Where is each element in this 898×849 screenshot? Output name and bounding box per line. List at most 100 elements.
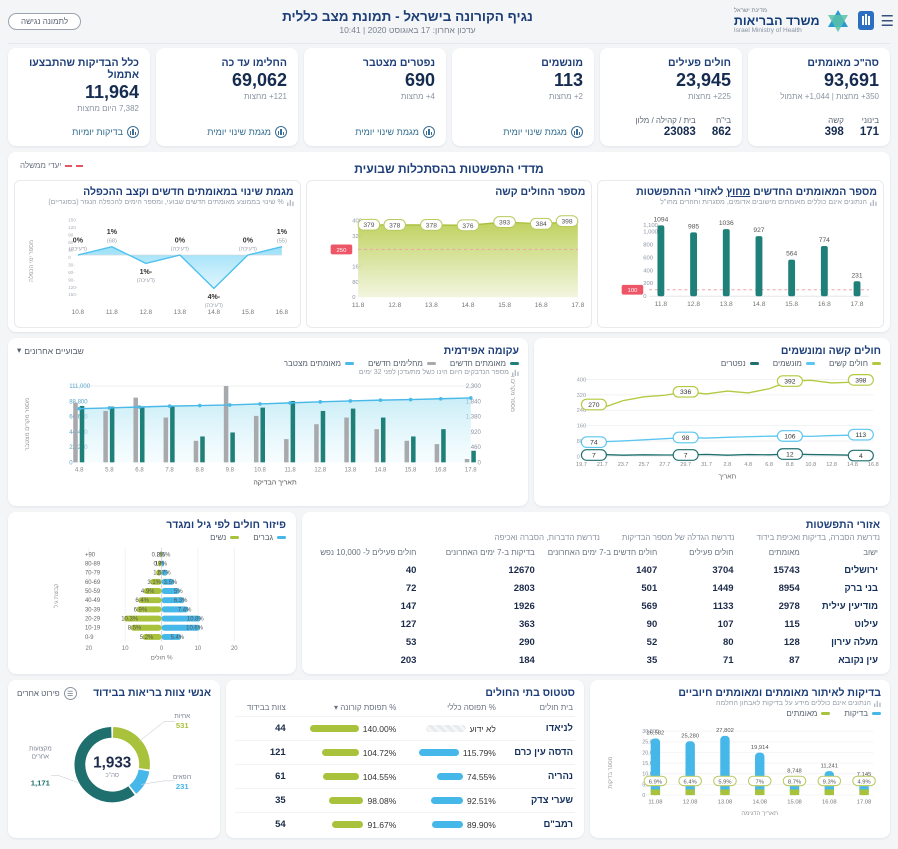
accessibility-button[interactable]: לתמונה נגישה bbox=[8, 13, 82, 30]
chart-title: עקומה אפידמית bbox=[443, 345, 519, 357]
column-header[interactable]: בית חולים bbox=[498, 701, 575, 717]
svg-text:4.9%: 4.9% bbox=[141, 589, 155, 595]
chart-subtitle: הנתונים אינם כוללים מאומתים מישובים אדומ… bbox=[604, 199, 877, 206]
gov-targets-label: יעדי ממשלה bbox=[20, 161, 62, 170]
spread-table-row[interactable]: עין נקובא 87 71 35 184 203 bbox=[312, 651, 880, 669]
legend-item[interactable]: חולים קשים bbox=[829, 359, 881, 368]
substat-label: בית / קהילה / מלון bbox=[635, 116, 696, 125]
legend-caption: נדרשת הדברות, הסברה ואכיפה bbox=[494, 533, 600, 542]
change-rate-chart: 150 120 90 60 30 0 -30 -60 -90 -120 -150 מספר ימי ה… bbox=[21, 206, 294, 323]
svg-text:120: 120 bbox=[68, 225, 76, 230]
kpi-substats: בי"ח 862 בית / קהילה / מלון 23083 bbox=[611, 116, 731, 138]
svg-text:4: 4 bbox=[859, 453, 863, 460]
svg-text:13.8: 13.8 bbox=[425, 302, 438, 309]
svg-text:14.8: 14.8 bbox=[847, 462, 858, 468]
staff-donut-chart: 1,933 סה"כ אחיות 531 רופאים 231 מקצועות אחרים 1,… bbox=[17, 700, 211, 824]
svg-text:393: 393 bbox=[499, 220, 510, 227]
hamburger-menu-icon[interactable]: ☰ bbox=[881, 12, 894, 30]
svg-text:19.7: 19.7 bbox=[576, 462, 587, 468]
legend-item-women[interactable]: נשים bbox=[210, 533, 240, 542]
legend-item[interactable]: נפטרים bbox=[721, 359, 759, 368]
column-header[interactable]: חולים פעילים ל- 10,000 נפש bbox=[312, 546, 418, 561]
hospital-table-row[interactable]: הדסה עין כרם 115.79% 104.72% 121 bbox=[235, 740, 575, 765]
column-header[interactable]: בדיקות ב-7 ימים האחרונים bbox=[418, 546, 536, 561]
occupancy-value: 92.51% bbox=[467, 795, 496, 806]
svg-text:(68): (68) bbox=[107, 238, 117, 244]
hospital-table-row[interactable]: שערי צדק 92.51% 98.08% 35 bbox=[235, 788, 575, 813]
cell-value: 127 bbox=[400, 618, 417, 630]
column-header[interactable]: צוות בבידוד bbox=[235, 701, 288, 717]
kpi-delta: ‎+2 מחצות bbox=[548, 92, 583, 102]
spread-areas-table: ישוב מאומתים חולים פעילים חולים חדשים ב-7 י… bbox=[312, 546, 880, 674]
svg-text:4.9%: 4.9% bbox=[857, 779, 870, 785]
svg-text:0%: 0% bbox=[73, 237, 84, 244]
svg-text:17.8: 17.8 bbox=[465, 467, 477, 473]
substat-home: בית / קהילה / מלון 23083 bbox=[635, 116, 695, 138]
tests-canvas: 05,00010,00015,00020,00025,00030,00026,5… bbox=[608, 728, 876, 817]
weeks-filter-dropdown[interactable]: שבועיים אחרונים ▾ bbox=[17, 345, 84, 356]
svg-text:10.8%: 10.8% bbox=[187, 617, 205, 623]
svg-text:30-39: 30-39 bbox=[85, 607, 101, 613]
kpi-delta: ‎+121 מחצות bbox=[244, 92, 287, 102]
svg-text:21.7: 21.7 bbox=[597, 462, 608, 468]
legend-item-tests[interactable]: בדיקות bbox=[844, 709, 881, 718]
column-header[interactable]: חולים חדשים ב-7 ימים האחרונים bbox=[537, 546, 659, 561]
chart-subtitle-text: הנתונים אינם כוללים מאומתים מישובים אדומ… bbox=[660, 199, 867, 206]
cell-value: 72 bbox=[405, 582, 417, 594]
legend-item-men[interactable]: גברים bbox=[253, 533, 286, 542]
svg-text:0: 0 bbox=[642, 793, 645, 799]
spread-table-row[interactable]: ירושלים 15743 3704 1407 12670 40 bbox=[312, 561, 880, 579]
spread-table-row[interactable]: ג'דיידה-מכר96654738931 bbox=[312, 669, 880, 675]
svg-text:14.8: 14.8 bbox=[208, 309, 221, 316]
column-header[interactable]: חולים פעילים bbox=[659, 546, 735, 561]
column-header[interactable]: % תפוסת קורונה ▾ bbox=[288, 701, 399, 717]
cell-value: 47 bbox=[537, 669, 659, 675]
spread-table-row[interactable]: עילוט 115 107 90 363 127 bbox=[312, 615, 880, 633]
svg-text:200: 200 bbox=[644, 281, 655, 287]
svg-text:0: 0 bbox=[160, 646, 164, 652]
column-header[interactable]: % תפוסה כללי bbox=[398, 701, 498, 717]
daily-trend-link[interactable]: מגמת שינוי יומית bbox=[463, 126, 583, 138]
daily-trend-link[interactable]: מגמת שינוי יומית bbox=[315, 126, 435, 138]
svg-text:14.8: 14.8 bbox=[461, 302, 474, 309]
chart-subtitle: % שינוי בממוצע מאומתים חדשים שבועי, ומספ… bbox=[21, 199, 294, 206]
svg-text:16.8: 16.8 bbox=[276, 309, 289, 316]
city-name: בני ברק bbox=[844, 582, 878, 594]
severe-vented-legend: חולים קשים מונשמים נפטרים bbox=[543, 359, 881, 368]
svg-text:5%: 5% bbox=[174, 589, 183, 595]
legend-item-confirmed[interactable]: מאומתים bbox=[786, 709, 831, 718]
legend-item[interactable]: מאומתים חדשים bbox=[450, 359, 519, 368]
hospital-name: רמב"ם bbox=[497, 812, 575, 836]
legend-item[interactable]: מונשמים bbox=[773, 359, 815, 368]
hospital-table-row[interactable]: נהריה 74.55% 104.55% 61 bbox=[235, 764, 575, 789]
kpi-delta: ‎+4 מחצות bbox=[400, 92, 435, 102]
svg-text:17.08: 17.08 bbox=[857, 800, 872, 806]
hospital-table-row[interactable]: רמב"ם 89.90% 91.67% 54 bbox=[235, 812, 575, 836]
legend-swatch bbox=[426, 362, 436, 365]
svg-text:26,582: 26,582 bbox=[647, 731, 665, 737]
daily-tests-link[interactable]: בדיקות יומיות bbox=[19, 126, 139, 138]
ministry-star-logo-icon bbox=[827, 10, 848, 33]
cell-value: 52 bbox=[646, 636, 658, 648]
daily-trend-link[interactable]: מגמת שינוי יומית bbox=[167, 126, 287, 138]
weekly-spread-section: מדדי התפשטות בהסתכלות שבועית יעדי ממשלה … bbox=[8, 152, 890, 332]
legend-item[interactable]: מאומתים מצטבר bbox=[284, 359, 355, 368]
spread-table-row[interactable]: בני ברק 8954 1449 501 2803 72 bbox=[312, 579, 880, 597]
substat-severe: קשה 398 bbox=[825, 116, 844, 138]
svg-text:7.8: 7.8 bbox=[165, 467, 174, 473]
svg-text:תאריך: תאריך bbox=[719, 473, 737, 480]
svg-text:1036: 1036 bbox=[719, 220, 734, 227]
spread-table: ישוב מאומתים חולים פעילים חולים חדשים ב-7 י… bbox=[312, 546, 880, 674]
legend-item[interactable]: מחלימים חדשים bbox=[368, 359, 436, 368]
footer-link-label: מגמת שינוי יומית bbox=[503, 127, 567, 137]
svg-text:מספר מקרים מצטבר: מספר מקרים מצטבר bbox=[25, 398, 31, 451]
hospital-table-row[interactable]: לניאדו לא ידוע 140.00% 44 bbox=[235, 716, 575, 741]
svg-text:27,802: 27,802 bbox=[716, 728, 734, 734]
others-detail-button[interactable]: ☰ פירוט אחרים bbox=[17, 687, 77, 700]
spread-table-row[interactable]: מודיעין עילית 2978 1133 569 1926 147 bbox=[312, 597, 880, 615]
svg-text:4.8: 4.8 bbox=[744, 462, 752, 468]
city-name: עין נקובא bbox=[838, 654, 878, 666]
spread-table-row[interactable]: מעלה עירון 128 80 52 290 53 bbox=[312, 633, 880, 651]
column-header[interactable]: ישוב bbox=[802, 546, 880, 561]
column-header[interactable]: מאומתים bbox=[736, 546, 802, 561]
